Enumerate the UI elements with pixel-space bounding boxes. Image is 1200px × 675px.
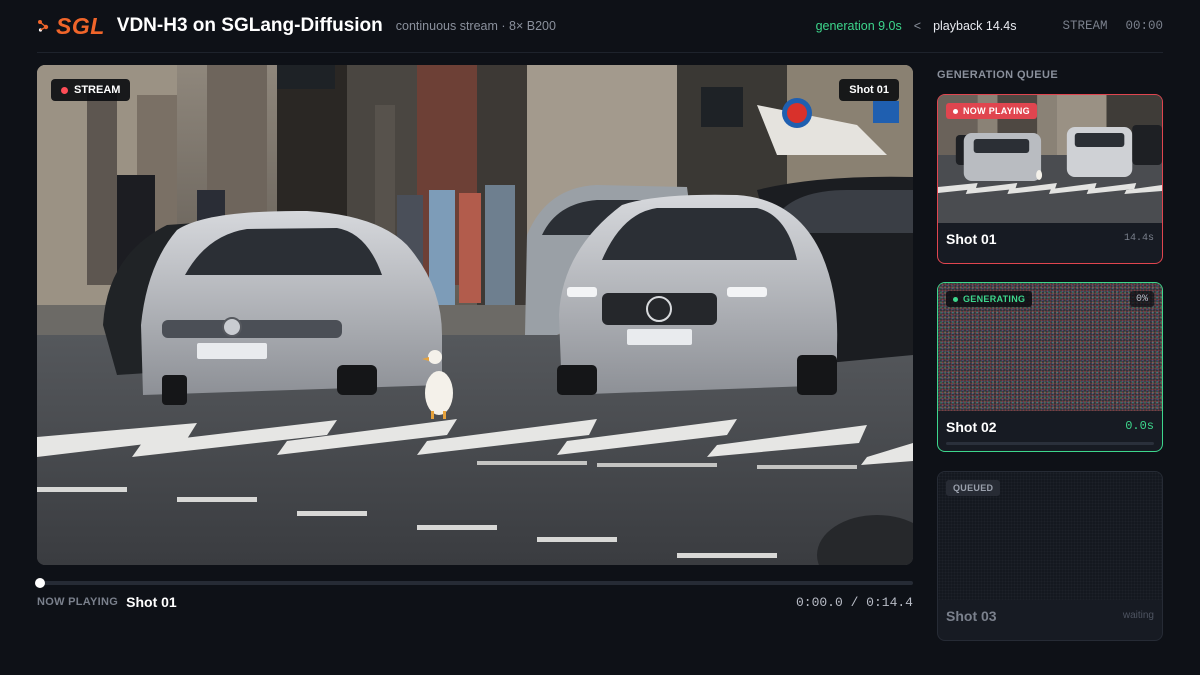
page-title: VDN-H3 on SGLang-Diffusion [116,15,383,36]
shot-duration: 14.4s [1123,233,1154,244]
red-dot-icon [61,86,68,94]
sgl-logo-icon [38,20,49,32]
playback-time-readout: 0:00.0 / 0:14.4 [795,594,913,610]
shot-name: Shot 03 [946,608,997,624]
card-footer: Shot 03 waiting [938,598,1162,640]
queue-card-shot-02[interactable]: GENERATING 0% Shot 02 0.0s [937,282,1163,452]
playback-progress-bar[interactable] [35,578,913,588]
stream-clock: 00:00 [1125,19,1163,33]
stream-stats: generation 9.0s < playback 14.4s STREAM … [816,19,1163,33]
live-dot-icon [953,108,958,114]
card-footer: Shot 02 0.0s [938,409,1162,451]
green-dot-icon [953,296,958,302]
generation-progress-bar [946,442,1154,445]
logo-text: SGL [56,12,105,39]
comparison-symbol: < [913,19,922,33]
page-subtitle: continuous stream · 8× B200 [395,19,556,33]
generating-badge-label: GENERATING [963,294,1026,304]
generation-time: generation 9.0s [815,19,902,33]
now-playing-shot: Shot 01 [126,594,177,610]
queue-card-shot-01[interactable]: NOW PLAYING Shot 01 14.4s [937,94,1163,264]
playback-scrubber-handle[interactable] [35,578,45,588]
shot-status-text: waiting [1122,610,1154,621]
now-playing-badge-label: NOW PLAYING [963,106,1030,116]
stream-badge-label: STREAM [74,84,121,96]
now-playing-badge: NOW PLAYING [946,103,1037,119]
queue-title: GENERATION QUEUE [937,69,1059,81]
shot-generation-time: 0.0s [1125,419,1154,433]
queue-card-shot-03[interactable]: QUEUED Shot 03 waiting [937,471,1163,641]
stream-label: STREAM [1062,19,1108,33]
generating-badge: GENERATING [946,291,1033,307]
shot-badge: Shot 01 [839,79,899,101]
queued-badge: QUEUED [946,480,1001,496]
video-frame [37,65,913,565]
shot-name: Shot 01 [946,231,997,247]
playback-time: playback 14.4s [933,19,1017,33]
generation-percent: 0% [1129,291,1154,307]
video-player[interactable]: STREAM Shot 01 [37,65,913,565]
card-footer: Shot 01 14.4s [938,221,1162,263]
stream-badge: STREAM [51,79,131,101]
sgl-logo: SGL [37,13,105,40]
now-playing-label: NOW PLAYING [37,596,119,608]
shot-name: Shot 02 [946,419,997,435]
now-playing-row: NOW PLAYING Shot 01 0:00.0 / 0:14.4 [37,594,913,610]
top-bar: SGL VDN-H3 on SGLang-Diffusion continuou… [37,0,1163,53]
